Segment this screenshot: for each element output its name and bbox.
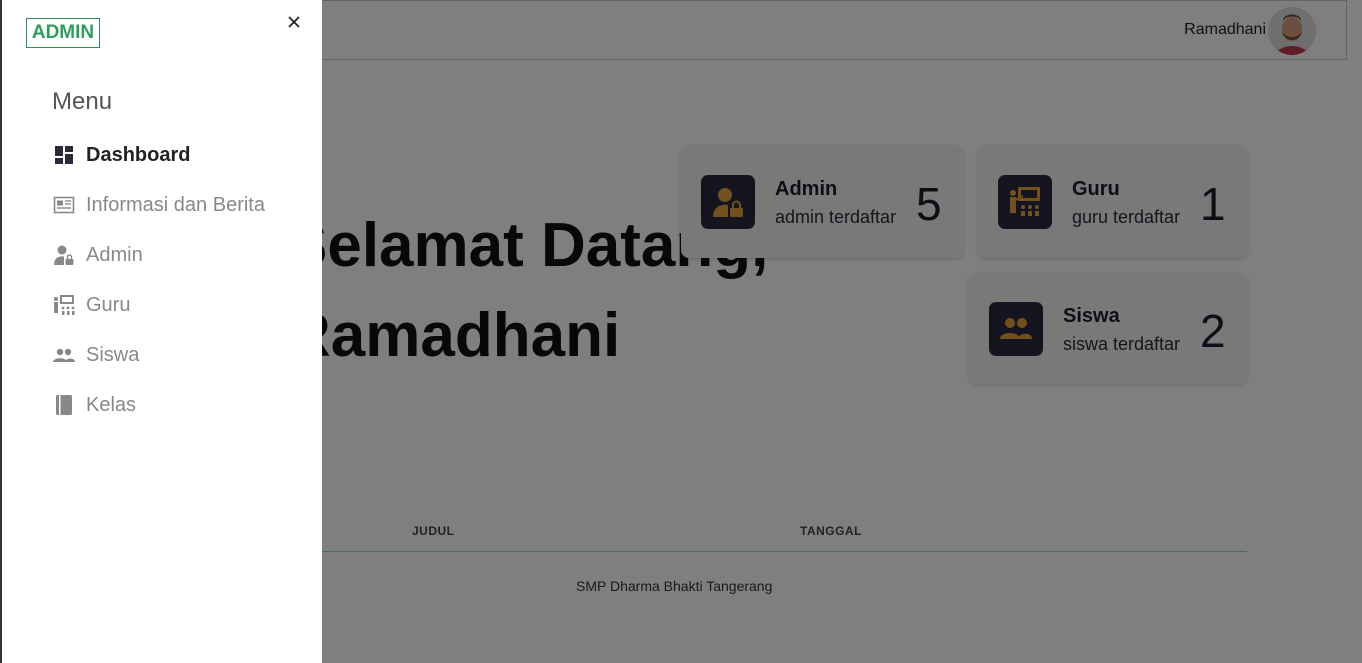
sidebar-item-label: Guru xyxy=(86,293,131,316)
dashboard-icon xyxy=(55,146,73,164)
teacher-icon xyxy=(54,295,75,315)
sidebar-item-informasi[interactable]: Informasi dan Berita xyxy=(52,190,265,220)
close-button[interactable] xyxy=(284,12,304,32)
menu-title: Menu xyxy=(52,88,113,115)
sidebar-item-siswa[interactable]: Siswa xyxy=(52,340,139,370)
sidebar-item-admin[interactable]: Admin xyxy=(52,240,143,270)
sidebar-item-label: Dashboard xyxy=(86,143,191,166)
sidebar-item-dashboard[interactable]: Dashboard xyxy=(52,140,190,170)
close-icon xyxy=(288,16,300,28)
book-icon xyxy=(56,395,72,415)
sidebar-item-label: Siswa xyxy=(86,343,140,366)
sidebar-item-guru[interactable]: Guru xyxy=(52,290,130,320)
students-icon xyxy=(53,348,75,362)
sidebar-item-kelas[interactable]: Kelas xyxy=(52,390,136,420)
sidebar: ADMIN Menu Dashboard Informasi dan Berit… xyxy=(0,0,322,663)
sidebar-item-label: Informasi dan Berita xyxy=(86,193,265,216)
logo[interactable]: ADMIN xyxy=(26,18,100,48)
news-icon xyxy=(53,196,75,214)
admin-icon xyxy=(54,245,74,265)
sidebar-item-label: Kelas xyxy=(86,393,137,416)
sidebar-item-label: Admin xyxy=(86,243,143,266)
